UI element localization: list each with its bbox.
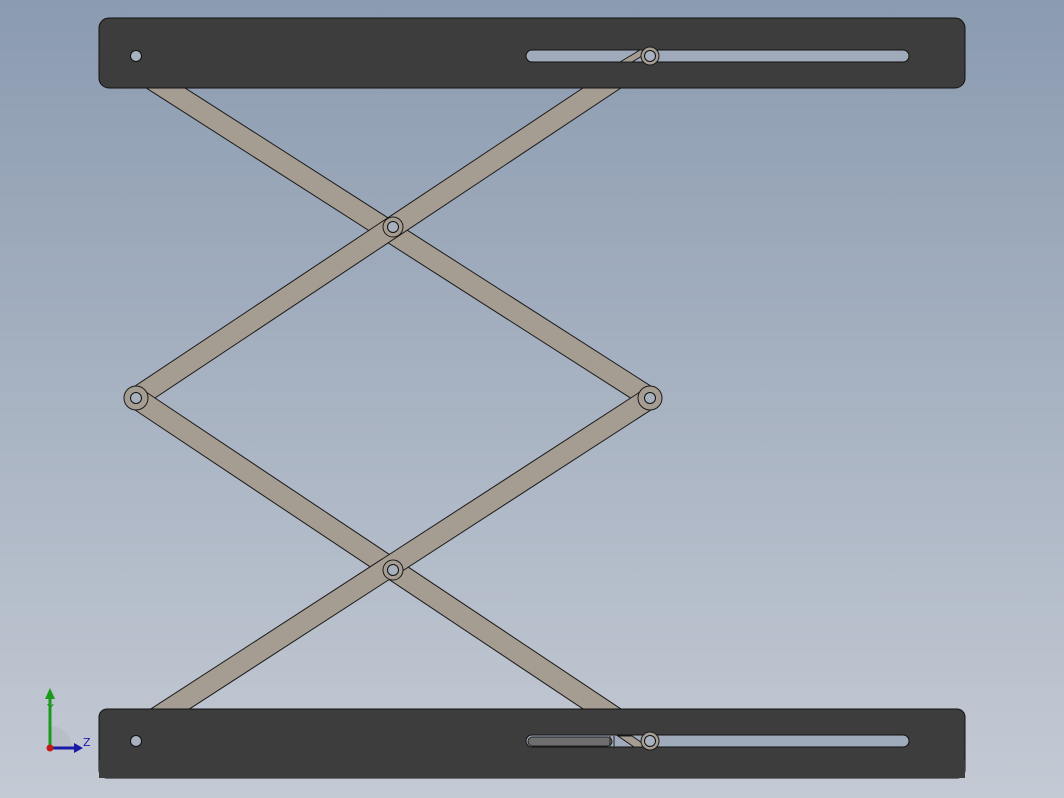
lower-center-pivot[interactable] [387,564,399,576]
viewport-background [0,0,1064,798]
graphics-viewport[interactable]: Y Z [0,0,1064,798]
triad-x-axis-dot-icon [46,744,54,752]
upper-center-pivot[interactable] [387,221,399,233]
bottom-plate-fixed-hole[interactable] [130,735,142,747]
bottom-slider-pin[interactable] [644,735,656,747]
model-view[interactable]: Y Z [0,0,1064,798]
triad-z-label: Z [83,736,91,749]
top-plate-fixed-hole[interactable] [130,50,142,62]
top-slider-pin[interactable] [644,50,656,62]
left-elbow-pivot[interactable] [130,392,142,404]
top-plate-slot[interactable] [525,49,910,63]
bottom-plate[interactable] [98,708,966,779]
triad-y-label: Y [46,702,54,715]
right-elbow-pivot[interactable] [644,392,656,404]
top-plate[interactable] [98,17,966,89]
bottom-slider-block[interactable] [527,736,613,747]
bottom-plate-edge [99,760,965,778]
